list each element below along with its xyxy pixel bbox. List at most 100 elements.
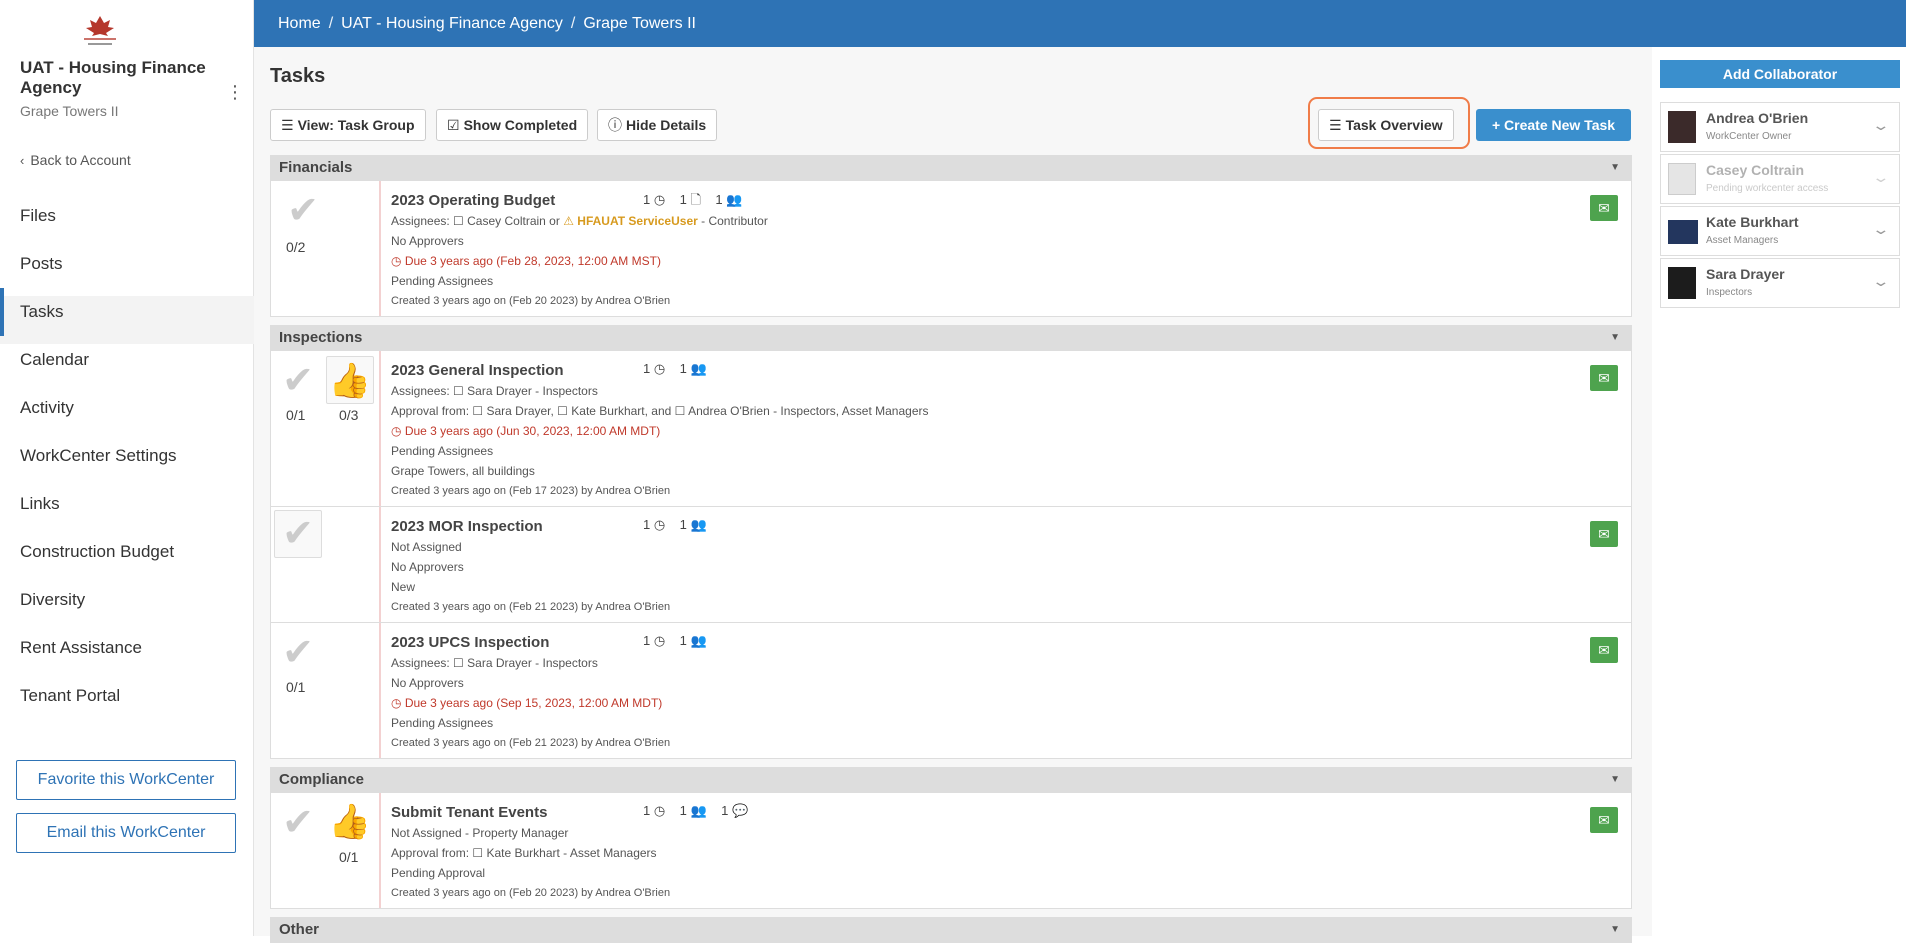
caret-down-icon[interactable]: ▼ xyxy=(1610,767,1620,793)
collaborator-card[interactable]: Casey Coltrain Pending workcenter access… xyxy=(1660,154,1900,204)
collaborator-role: Asset Managers xyxy=(1706,235,1779,246)
assignee-warning-user[interactable]: HFAUAT ServiceUser xyxy=(577,214,698,228)
created-info: Created 3 years ago on (Feb 20 2023) by … xyxy=(391,295,671,307)
collaborator-role: Pending workcenter access xyxy=(1706,183,1829,194)
chevron-down-icon[interactable]: ⌄ xyxy=(1872,273,1891,290)
email-task-icon[interactable]: ✉ xyxy=(1590,521,1618,547)
breadcrumb-account[interactable]: UAT - Housing Finance Agency xyxy=(341,15,563,32)
approval-count: 0/1 xyxy=(339,849,359,865)
approvers: No Approvers xyxy=(391,234,464,248)
task-status: Pending Assignees xyxy=(391,716,494,730)
create-new-task-button[interactable]: + Create New Task xyxy=(1476,109,1631,141)
group-header-inspections[interactable]: Inspections ▼ xyxy=(270,325,1632,351)
caret-down-icon[interactable]: ▼ xyxy=(1610,155,1620,181)
task-groups: Financials ▼ ✔ 0/2 2023 Operating Budget … xyxy=(270,155,1632,943)
email-task-icon[interactable]: ✉ xyxy=(1590,637,1618,663)
email-workcenter-button[interactable]: Email this WorkCenter xyxy=(16,813,236,853)
list-icon: ☰ xyxy=(281,117,294,133)
back-label: Back to Account xyxy=(30,152,131,168)
group-header-financials[interactable]: Financials ▼ xyxy=(270,155,1632,181)
collaborator-role: WorkCenter Owner xyxy=(1706,131,1792,142)
complete-check-icon[interactable]: ✔ xyxy=(274,510,322,558)
task-status: New xyxy=(391,580,416,594)
task-overview-button[interactable]: ☰ Task Overview xyxy=(1318,109,1454,141)
chevron-down-icon[interactable]: ⌄ xyxy=(1872,117,1891,134)
task-row[interactable]: ✔ 2023 MOR Inspection Not Assigned No Ap… xyxy=(270,507,1632,623)
thumbs-up-icon[interactable]: 👍 xyxy=(326,798,374,846)
breadcrumb-home[interactable]: Home xyxy=(278,15,321,32)
collaborator-card[interactable]: Andrea O'Brien WorkCenter Owner ⌄ xyxy=(1660,102,1900,152)
clock-icon: ◷ xyxy=(653,633,666,648)
show-completed-button[interactable]: ☑ Show Completed xyxy=(436,109,589,141)
sidebar-item-files[interactable]: Files xyxy=(0,200,254,248)
avatar xyxy=(1668,111,1696,143)
chevron-down-icon[interactable]: ⌄ xyxy=(1872,221,1891,238)
task-row[interactable]: ✔ 0/2 2023 Operating Budget Assignees: ☐… xyxy=(270,181,1632,317)
users-icon: 👥 xyxy=(690,517,707,532)
collaborator-name: Sara Drayer xyxy=(1706,266,1785,282)
clock-icon: ◷ xyxy=(653,192,666,207)
email-task-icon[interactable]: ✉ xyxy=(1590,807,1618,833)
group-header-compliance[interactable]: Compliance ▼ xyxy=(270,767,1632,793)
task-row[interactable]: ✔ 👍 0/1 0/3 2023 General Inspection Assi… xyxy=(270,351,1632,507)
sidebar-item-tasks[interactable]: Tasks xyxy=(0,288,254,344)
caret-down-icon[interactable]: ▼ xyxy=(1610,325,1620,351)
sidebar-item-posts[interactable]: Posts xyxy=(0,248,254,296)
completion-count: 0/1 xyxy=(286,679,306,695)
assignees: Assignees: ☐ Casey Coltrain or ⚠ HFAUAT … xyxy=(391,214,768,228)
task-name[interactable]: 2023 General Inspection xyxy=(391,361,1491,381)
completion-count: 0/1 xyxy=(286,407,306,423)
task-row[interactable]: ✔ 0/1 2023 UPCS Inspection Assignees: ☐ … xyxy=(270,623,1632,759)
sidebar-item-activity[interactable]: Activity xyxy=(0,392,254,440)
avatar xyxy=(1668,267,1696,299)
favorite-workcenter-button[interactable]: Favorite this WorkCenter xyxy=(16,760,236,800)
task-status: Pending Assignees xyxy=(391,444,494,458)
comments-icon: 💬 xyxy=(732,803,749,818)
task-row[interactable]: ✔ 👍 0/1 Submit Tenant Events Not Assigne… xyxy=(270,793,1632,909)
due-date: ◷ Due 3 years ago (Feb 28, 2023, 12:00 A… xyxy=(391,254,661,268)
sidebar-item-tenant-portal[interactable]: Tenant Portal xyxy=(0,680,254,728)
task-name[interactable]: 2023 UPCS Inspection xyxy=(391,633,1491,653)
task-meta: 1 ◷ 1 🗋 1 👥 xyxy=(643,192,743,207)
back-to-account-link[interactable]: ‹ Back to Account xyxy=(20,152,131,168)
sidebar-item-construction-budget[interactable]: Construction Budget xyxy=(0,536,254,584)
sidebar-item-diversity[interactable]: Diversity xyxy=(0,584,254,632)
sidebar-item-workcenter-settings[interactable]: WorkCenter Settings xyxy=(0,440,254,488)
collaborator-card[interactable]: Kate Burkhart Asset Managers ⌄ xyxy=(1660,206,1900,256)
task-status: Pending Assignees xyxy=(391,274,494,288)
task-name[interactable]: 2023 Operating Budget xyxy=(391,191,1491,211)
hide-details-button[interactable]: ⓘ Hide Details xyxy=(597,109,718,141)
task-name[interactable]: Submit Tenant Events xyxy=(391,803,1491,823)
complete-check-icon[interactable]: ✔ xyxy=(274,803,322,843)
sidebar-item-rent-assistance[interactable]: Rent Assistance xyxy=(0,632,254,680)
thumbs-up-icon[interactable]: 👍 xyxy=(326,356,374,404)
caret-down-icon[interactable]: ▼ xyxy=(1610,917,1620,943)
task-name[interactable]: 2023 MOR Inspection xyxy=(391,517,1491,537)
collaborator-name: Andrea O'Brien xyxy=(1706,110,1809,126)
more-options-icon[interactable]: ⋮ xyxy=(226,82,244,102)
workcenter-subtitle: Grape Towers II xyxy=(20,103,119,119)
collaborator-card[interactable]: Sara Drayer Inspectors ⌄ xyxy=(1660,258,1900,308)
avatar xyxy=(1668,220,1698,244)
complete-check-icon[interactable]: ✔ xyxy=(274,633,322,673)
group-header-other[interactable]: Other ▼ xyxy=(270,917,1632,943)
complete-check-icon[interactable]: ✔ xyxy=(274,361,322,401)
breadcrumb-workcenter[interactable]: Grape Towers II xyxy=(583,15,696,32)
email-task-icon[interactable]: ✉ xyxy=(1590,195,1618,221)
task-location: Grape Towers, all buildings xyxy=(391,464,535,478)
sidebar-item-calendar[interactable]: Calendar xyxy=(0,344,254,392)
due-date: ◷ Due 3 years ago (Sep 15, 2023, 12:00 A… xyxy=(391,696,663,710)
email-task-icon[interactable]: ✉ xyxy=(1590,365,1618,391)
main-content: Tasks ☰ View: Task Group ☑ Show Completed … xyxy=(254,47,1652,943)
chevron-down-icon[interactable]: ⌄ xyxy=(1872,169,1891,186)
view-task-group-button[interactable]: ☰ View: Task Group xyxy=(270,109,426,141)
sidebar-item-links[interactable]: Links xyxy=(0,488,254,536)
complete-check-icon[interactable]: ✔ xyxy=(279,191,327,231)
sidebar: UAT - Housing Finance Agency Grape Tower… xyxy=(0,0,254,936)
add-collaborator-button[interactable]: Add Collaborator xyxy=(1660,60,1900,88)
created-info: Created 3 years ago on (Feb 21 2023) by … xyxy=(391,601,671,613)
clock-icon: ◷ xyxy=(653,803,666,818)
task-meta: 1 ◷ 1 👥 xyxy=(643,633,707,648)
users-icon: 👥 xyxy=(690,803,707,818)
file-icon: 🗋 xyxy=(690,192,701,207)
